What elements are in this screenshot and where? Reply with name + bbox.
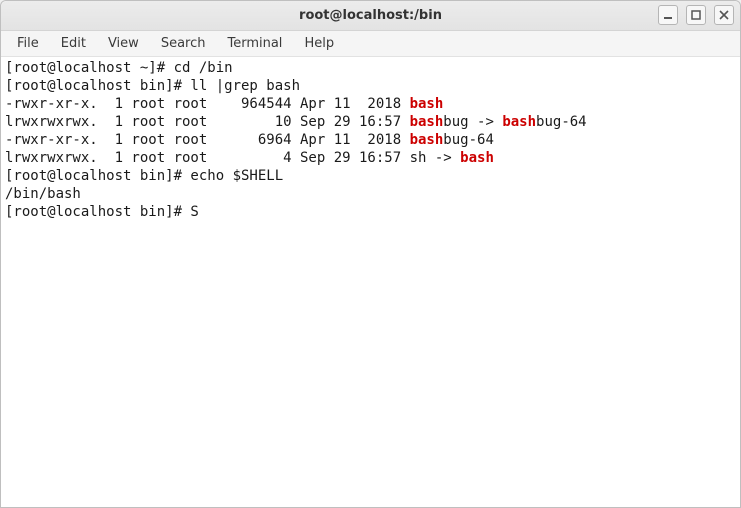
terminal-text: lrwxrwxrwx. 1 root root 4 Sep 29 16:57 s… <box>5 150 460 166</box>
menu-view[interactable]: View <box>98 33 149 54</box>
menu-edit[interactable]: Edit <box>51 33 96 54</box>
menu-help[interactable]: Help <box>294 33 344 54</box>
terminal-text: [root@localhost bin]# S <box>5 204 199 220</box>
terminal-line: [root@localhost bin]# ll |grep bash <box>5 77 736 95</box>
terminal-text: [root@localhost bin]# ll |grep bash <box>5 78 300 94</box>
terminal-line: -rwxr-xr-x. 1 root root 964544 Apr 11 20… <box>5 95 736 113</box>
minimize-icon <box>663 10 673 20</box>
terminal-text: bug-64 <box>536 114 587 130</box>
grep-match: bash <box>460 150 494 166</box>
terminal-text: -rwxr-xr-x. 1 root root 6964 Apr 11 2018 <box>5 132 410 148</box>
maximize-icon <box>691 10 701 20</box>
grep-match: bash <box>410 96 444 112</box>
menu-terminal[interactable]: Terminal <box>217 33 292 54</box>
terminal-text: -rwxr-xr-x. 1 root root 964544 Apr 11 20… <box>5 96 410 112</box>
grep-match: bash <box>410 132 444 148</box>
terminal-line: lrwxrwxrwx. 1 root root 10 Sep 29 16:57 … <box>5 113 736 131</box>
grep-match: bash <box>502 114 536 130</box>
terminal-line: /bin/bash <box>5 185 736 203</box>
titlebar: root@localhost:/bin <box>1 1 740 31</box>
menu-search[interactable]: Search <box>151 33 216 54</box>
terminal-window: root@localhost:/bin File Edit V <box>0 0 741 508</box>
terminal-text: lrwxrwxrwx. 1 root root 10 Sep 29 16:57 <box>5 114 410 130</box>
menubar: File Edit View Search Terminal Help <box>1 31 740 57</box>
minimize-button[interactable] <box>658 5 678 25</box>
terminal-text: /bin/bash <box>5 186 81 202</box>
window-controls <box>658 5 734 25</box>
terminal-line: -rwxr-xr-x. 1 root root 6964 Apr 11 2018… <box>5 131 736 149</box>
menu-file[interactable]: File <box>7 33 49 54</box>
grep-match: bash <box>410 114 444 130</box>
close-icon <box>719 10 729 20</box>
window-title: root@localhost:/bin <box>299 8 442 23</box>
terminal-line: lrwxrwxrwx. 1 root root 4 Sep 29 16:57 s… <box>5 149 736 167</box>
terminal-line: [root@localhost bin]# S <box>5 203 736 221</box>
terminal-line: [root@localhost ~]# cd /bin <box>5 59 736 77</box>
terminal-text: [root@localhost bin]# echo $SHELL <box>5 168 283 184</box>
close-button[interactable] <box>714 5 734 25</box>
terminal-output[interactable]: [root@localhost ~]# cd /bin [root@localho… <box>1 57 740 507</box>
maximize-button[interactable] <box>686 5 706 25</box>
terminal-line: [root@localhost bin]# echo $SHELL <box>5 167 736 185</box>
terminal-text: [root@localhost ~]# cd /bin <box>5 60 233 76</box>
terminal-text: bug-64 <box>443 132 494 148</box>
terminal-text: bug -> <box>443 114 502 130</box>
